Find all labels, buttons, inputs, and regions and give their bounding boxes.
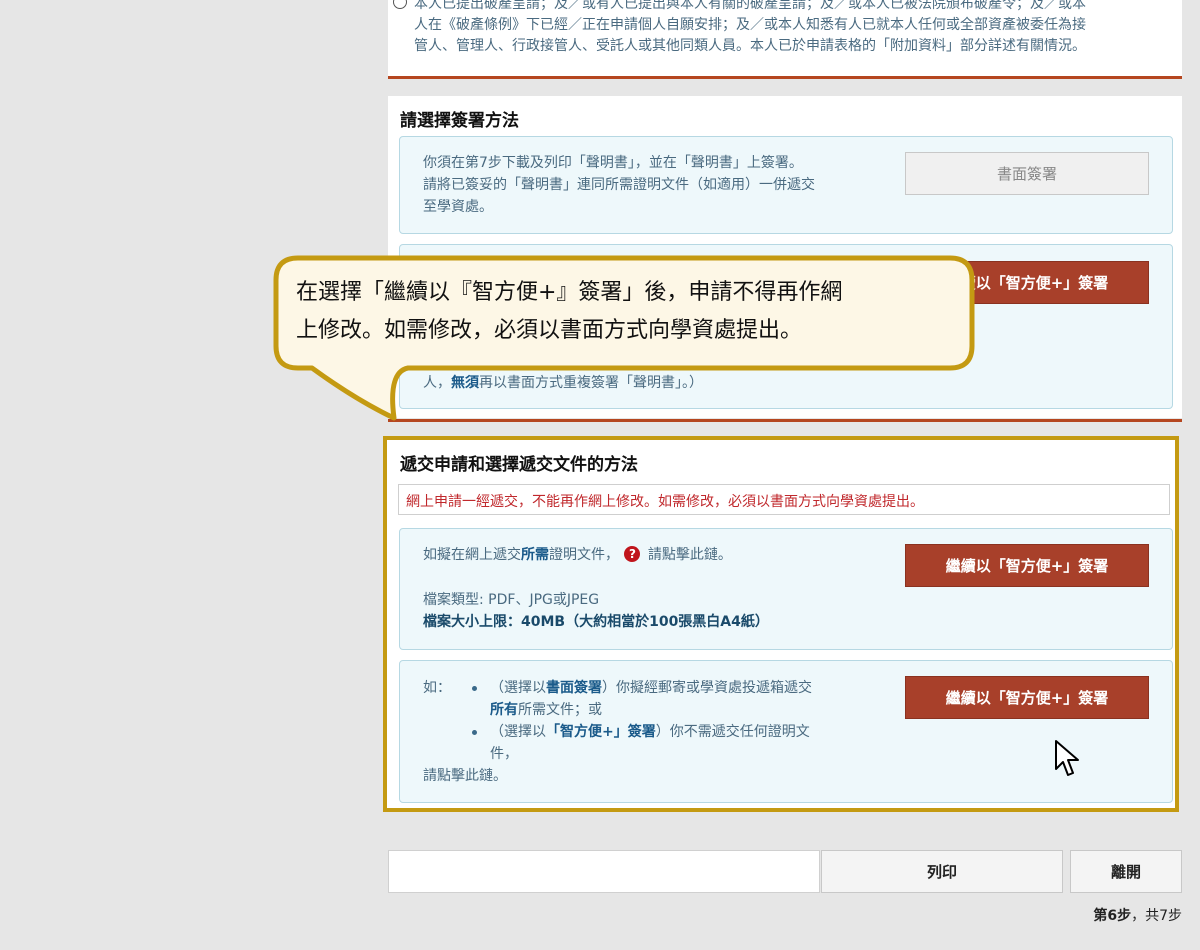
step-current: 第6步 bbox=[1093, 908, 1132, 924]
step-total: 共7步 bbox=[1145, 908, 1182, 924]
paper-sign-text: 你須在第7步下載及列印「聲明書」，並在「聲明書」上簽署。 請將已簽妥的「聲明書」… bbox=[423, 152, 883, 218]
paper-sign-button[interactable]: 書面簽署 bbox=[905, 152, 1149, 195]
callout-line-2: 上修改。如需修改，必須以書面方式向學資處提出。 bbox=[296, 318, 803, 343]
signing-title: 請選擇簽署方法 bbox=[400, 111, 519, 131]
bullet-1: （選擇以書面簽署）你擬經郵寄或學資處投遞箱遞交 所有所需文件；或 bbox=[490, 677, 870, 721]
submit-warning-text: 網上申請一經遞交，不能再作網上修改。如需修改，必須以書面方式向學資處提出。 bbox=[406, 494, 924, 510]
bullet-2-line-1: （選擇以「智方便+」簽署）你不需遞交任何證明文 bbox=[490, 721, 870, 743]
bullet-1-line-2: 所有所需文件；或 bbox=[490, 699, 870, 721]
step-indicator: 第6步，共7步 bbox=[1093, 905, 1182, 925]
b1-pre: （選擇以 bbox=[490, 680, 546, 696]
callout-line-1: 在選擇「繼續以『智方便+』簽署」後，申請不得再作網 bbox=[296, 280, 843, 305]
callout-text: 在選擇「繼續以『智方便+』簽署」後，申請不得再作網 上修改。如需修改，必須以書面… bbox=[296, 274, 966, 350]
upload-text-bold: 所需 bbox=[521, 547, 549, 563]
bullet-2-dot bbox=[472, 730, 477, 735]
footer-bar bbox=[388, 850, 820, 893]
b1-l2-bold: 所有 bbox=[490, 702, 518, 718]
iam-submit-button-1[interactable]: 繼續以「智方便+」簽署 bbox=[905, 544, 1149, 587]
b1-bold: 書面簽署 bbox=[546, 680, 602, 696]
paper-sign-line-2: 請將已簽妥的「聲明書」連同所需證明文件（如適用）一併遞交 bbox=[423, 177, 815, 193]
upload-click-link[interactable]: 請點擊此鏈。 bbox=[648, 547, 732, 563]
mail-click-link[interactable]: 請點擊此鏈。 bbox=[423, 765, 507, 787]
iam-submit-button-2[interactable]: 繼續以「智方便+」簽署 bbox=[905, 676, 1149, 719]
mouse-cursor-icon bbox=[1055, 740, 1079, 776]
declaration-line-3: 管人、管理人、行政接管人、受託人或其他同類人員。本人已於申請表格的「附加資料」部… bbox=[414, 38, 1086, 54]
submit-warning: 網上申請一經遞交，不能再作網上修改。如需修改，必須以書面方式向學資處提出。 bbox=[398, 484, 1170, 515]
declaration-line-1: 本人已提出破產呈請；及／或有人已提出與本人有關的破產呈請；及／或本人已被法院頒布… bbox=[414, 0, 1086, 12]
b2-pre: （選擇以 bbox=[490, 724, 546, 740]
section-divider bbox=[388, 76, 1182, 79]
upload-text-post: 證明文件， bbox=[549, 547, 619, 563]
file-types: 檔案類型: PDF、JPG或JPEG bbox=[423, 592, 600, 608]
bullet-2: （選擇以「智方便+」簽署）你不需遞交任何證明文 件， bbox=[490, 721, 870, 765]
declaration-text: 本人已提出破產呈請；及／或有人已提出與本人有關的破產呈請；及／或本人已被法院頒布… bbox=[414, 0, 1174, 57]
b1-post: ）你擬經郵寄或學資處投遞箱遞交 bbox=[602, 680, 812, 696]
paper-sign-line-1: 你須在第7步下載及列印「聲明書」，並在「聲明書」上簽署。 bbox=[423, 155, 803, 171]
b2-bold: 「智方便+」簽署 bbox=[546, 724, 656, 740]
step-sep: ， bbox=[1131, 908, 1146, 924]
declaration-line-2: 人在《破產條例》下已經／正在申請個人自願安排；及／或本人知悉有人已就本人任何或全… bbox=[414, 17, 1086, 33]
upload-online-text: 如擬在網上遞交所需證明文件， ? 請點擊此鏈。 bbox=[423, 544, 732, 566]
bullet-2-line-2: 件， bbox=[490, 746, 518, 762]
exit-button[interactable]: 離開 bbox=[1070, 850, 1182, 893]
submit-title: 遞交申請和選擇遞交文件的方法 bbox=[400, 455, 638, 475]
b1-l2-post: 所需文件；或 bbox=[518, 702, 602, 718]
upload-text-pre: 如擬在網上遞交 bbox=[423, 547, 521, 563]
print-button[interactable]: 列印 bbox=[821, 850, 1063, 893]
size-limit: 檔案大小上限：40MB（大約相當於100張黑白A4紙） bbox=[423, 614, 769, 630]
help-icon[interactable]: ? bbox=[624, 546, 641, 562]
b2-post: ）你不需遞交任何證明文 bbox=[655, 724, 810, 740]
paper-sign-line-3: 至學資處。 bbox=[423, 199, 493, 215]
if-label: 如： bbox=[423, 680, 451, 696]
bullet-1-dot bbox=[472, 686, 477, 691]
bullet-1-line-1: （選擇以書面簽署）你擬經郵寄或學資處投遞箱遞交 bbox=[490, 677, 870, 699]
